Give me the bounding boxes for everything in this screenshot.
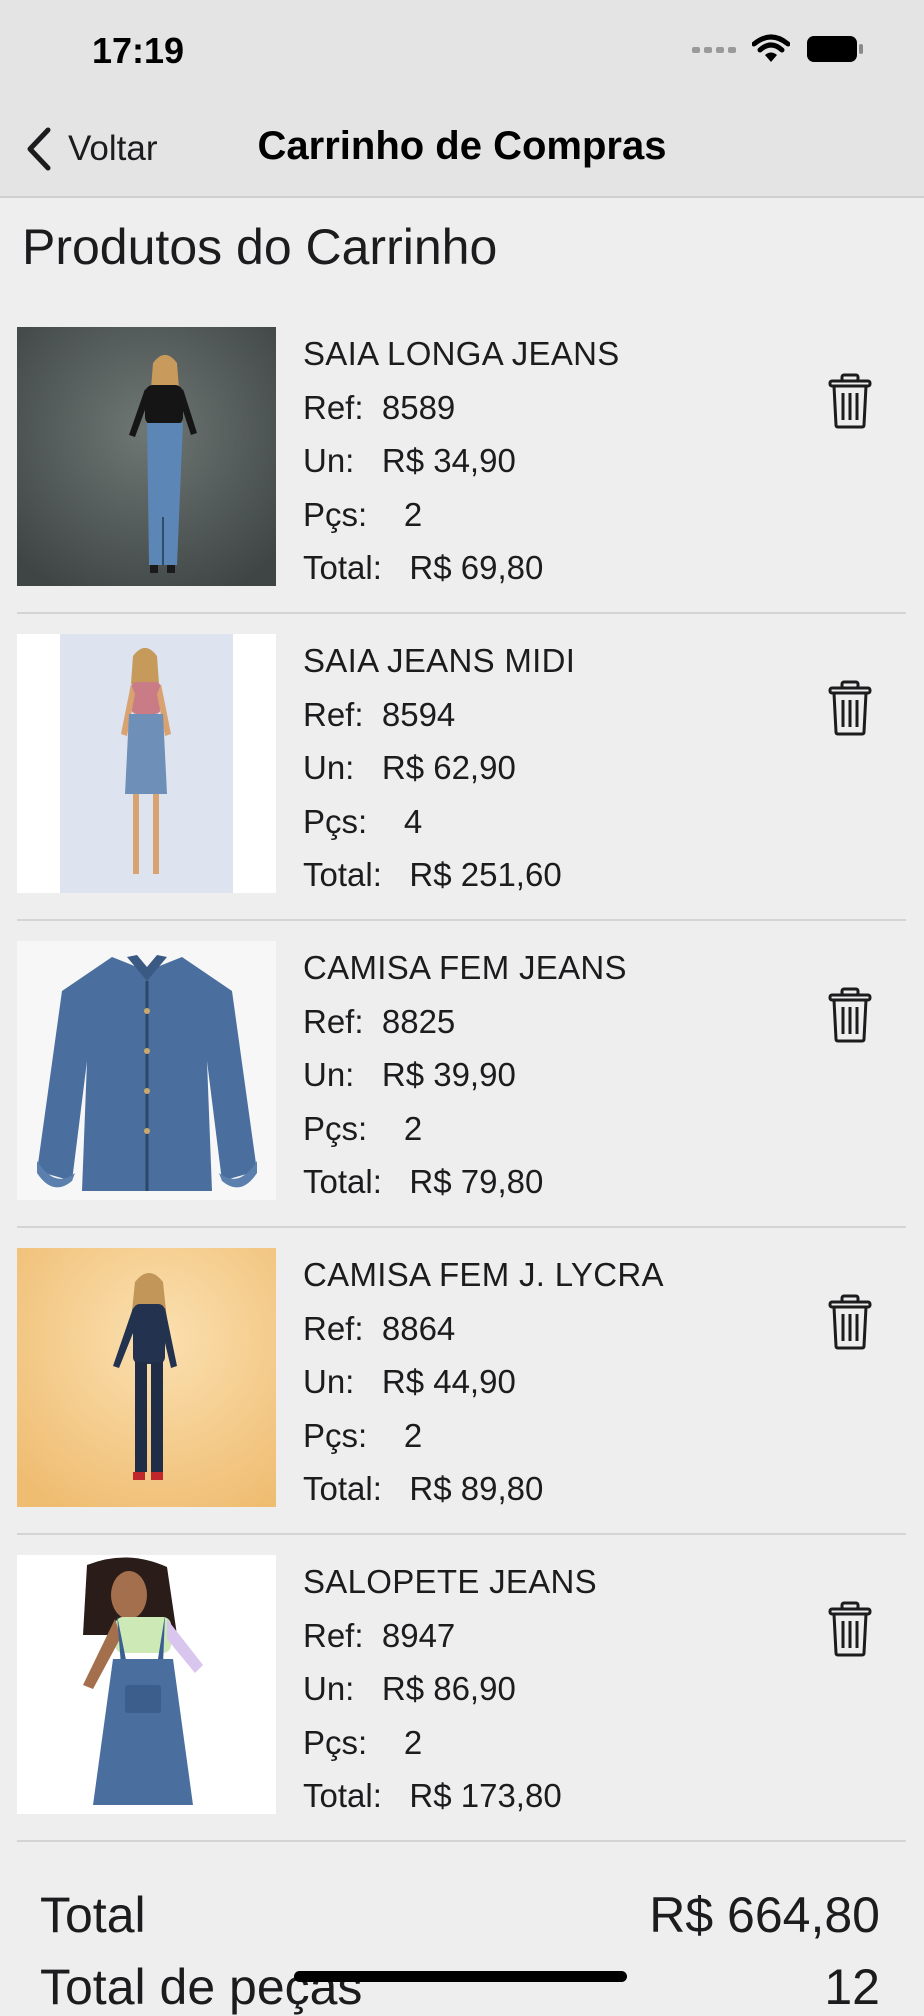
status-time: 17:19: [92, 30, 185, 71]
cart-list: SAIA LONGA JEANS Ref: 8589 Un: R$ 34,90 …: [0, 307, 924, 1842]
unit-label: Un:: [303, 1670, 355, 1707]
total-label: Total:: [303, 1163, 382, 1200]
unit-label: Un:: [303, 1363, 355, 1400]
ref-label: Ref:: [303, 1309, 364, 1347]
unit-label: Un:: [303, 749, 355, 786]
signal-icon: [692, 47, 736, 53]
section-title: Produtos do Carrinho: [22, 219, 498, 275]
battery-icon: [807, 36, 863, 62]
item-total: R$ 251,60: [409, 856, 562, 893]
item-total: R$ 173,80: [409, 1777, 562, 1814]
summary-pieces-label: Total de peças: [40, 1959, 363, 2015]
trash-icon[interactable]: [826, 987, 874, 1043]
home-indicator[interactable]: [294, 1971, 627, 1982]
total-label: Total:: [303, 856, 382, 893]
item-unit-price: R$ 39,90: [381, 1056, 516, 1093]
trash-icon[interactable]: [826, 1601, 874, 1657]
item-ref: 8825: [381, 1002, 456, 1040]
pieces-row: Total de peças 12: [40, 1958, 880, 2016]
item-info: CAMISA FEM JEANS Ref: 8825 Un: R$ 39,90 …: [303, 941, 627, 1209]
unit-label: Un:: [303, 1056, 355, 1093]
qty-label: Pçs:: [303, 1109, 368, 1147]
item-ref: 8594: [381, 695, 456, 733]
item-unit-price: R$ 44,90: [381, 1363, 516, 1400]
item-ref: 8589: [381, 388, 456, 426]
total-row: Total R$ 664,80: [40, 1886, 880, 1944]
wifi-icon: [752, 34, 790, 62]
item-ref: 8864: [381, 1309, 456, 1347]
total-label: Total:: [303, 1777, 382, 1814]
product-image: [17, 634, 276, 893]
cart-item[interactable]: CAMISA FEM JEANS Ref: 8825 Un: R$ 39,90 …: [0, 921, 924, 1228]
item-name: SALOPETE JEANS: [303, 1563, 597, 1600]
item-total: R$ 79,80: [409, 1163, 544, 1200]
item-info: SALOPETE JEANS Ref: 8947 Un: R$ 86,90 Pç…: [303, 1555, 597, 1823]
product-image: [17, 941, 276, 1200]
cart-item[interactable]: SAIA LONGA JEANS Ref: 8589 Un: R$ 34,90 …: [0, 307, 924, 614]
item-name: SAIA LONGA JEANS: [303, 335, 620, 372]
summary-total-value: R$ 664,80: [649, 1887, 880, 1943]
item-qty: 2: [403, 495, 423, 533]
item-qty: 4: [403, 802, 423, 840]
ref-label: Ref:: [303, 695, 364, 733]
qty-label: Pçs:: [303, 1723, 368, 1761]
item-unit-price: R$ 34,90: [381, 442, 516, 479]
summary-pieces-value: 12: [824, 1959, 880, 2015]
product-image: [17, 1248, 276, 1507]
item-qty: 2: [403, 1723, 423, 1761]
item-name: CAMISA FEM J. LYCRA: [303, 1256, 664, 1293]
trash-icon[interactable]: [826, 1294, 874, 1350]
navigation-bar: Voltar Carrinho de Compras: [0, 100, 924, 198]
total-label: Total:: [303, 1470, 382, 1507]
total-label: Total:: [303, 549, 382, 586]
trash-icon[interactable]: [826, 373, 874, 429]
page-title: Carrinho de Compras: [0, 124, 924, 169]
ref-label: Ref:: [303, 1002, 364, 1040]
trash-icon[interactable]: [826, 680, 874, 736]
ref-label: Ref:: [303, 1616, 364, 1654]
item-name: CAMISA FEM JEANS: [303, 949, 627, 986]
item-total: R$ 69,80: [409, 549, 544, 586]
qty-label: Pçs:: [303, 802, 368, 840]
product-image: [17, 327, 276, 586]
qty-label: Pçs:: [303, 495, 368, 533]
status-bar: 17:19: [0, 0, 924, 100]
cart-item[interactable]: SAIA JEANS MIDI Ref: 8594 Un: R$ 62,90 P…: [0, 614, 924, 921]
item-name: SAIA JEANS MIDI: [303, 642, 576, 679]
item-unit-price: R$ 86,90: [381, 1670, 516, 1707]
summary-total-label: Total: [40, 1887, 146, 1943]
cart-item[interactable]: CAMISA FEM J. LYCRA Ref: 8864 Un: R$ 44,…: [0, 1228, 924, 1535]
page-title-text: Carrinho de Compras: [257, 124, 667, 168]
qty-label: Pçs:: [303, 1416, 368, 1454]
product-image: [17, 1555, 276, 1814]
unit-label: Un:: [303, 442, 355, 479]
item-total: R$ 89,80: [409, 1470, 544, 1507]
item-qty: 2: [403, 1416, 423, 1454]
cart-item[interactable]: SALOPETE JEANS Ref: 8947 Un: R$ 86,90 Pç…: [0, 1535, 924, 1842]
item-info: SAIA LONGA JEANS Ref: 8589 Un: R$ 34,90 …: [303, 327, 620, 595]
item-ref: 8947: [381, 1616, 456, 1654]
item-unit-price: R$ 62,90: [381, 749, 516, 786]
item-info: SAIA JEANS MIDI Ref: 8594 Un: R$ 62,90 P…: [303, 634, 575, 902]
status-icons: [692, 34, 864, 64]
item-qty: 2: [403, 1109, 423, 1147]
item-info: CAMISA FEM J. LYCRA Ref: 8864 Un: R$ 44,…: [303, 1248, 664, 1516]
ref-label: Ref:: [303, 388, 364, 426]
